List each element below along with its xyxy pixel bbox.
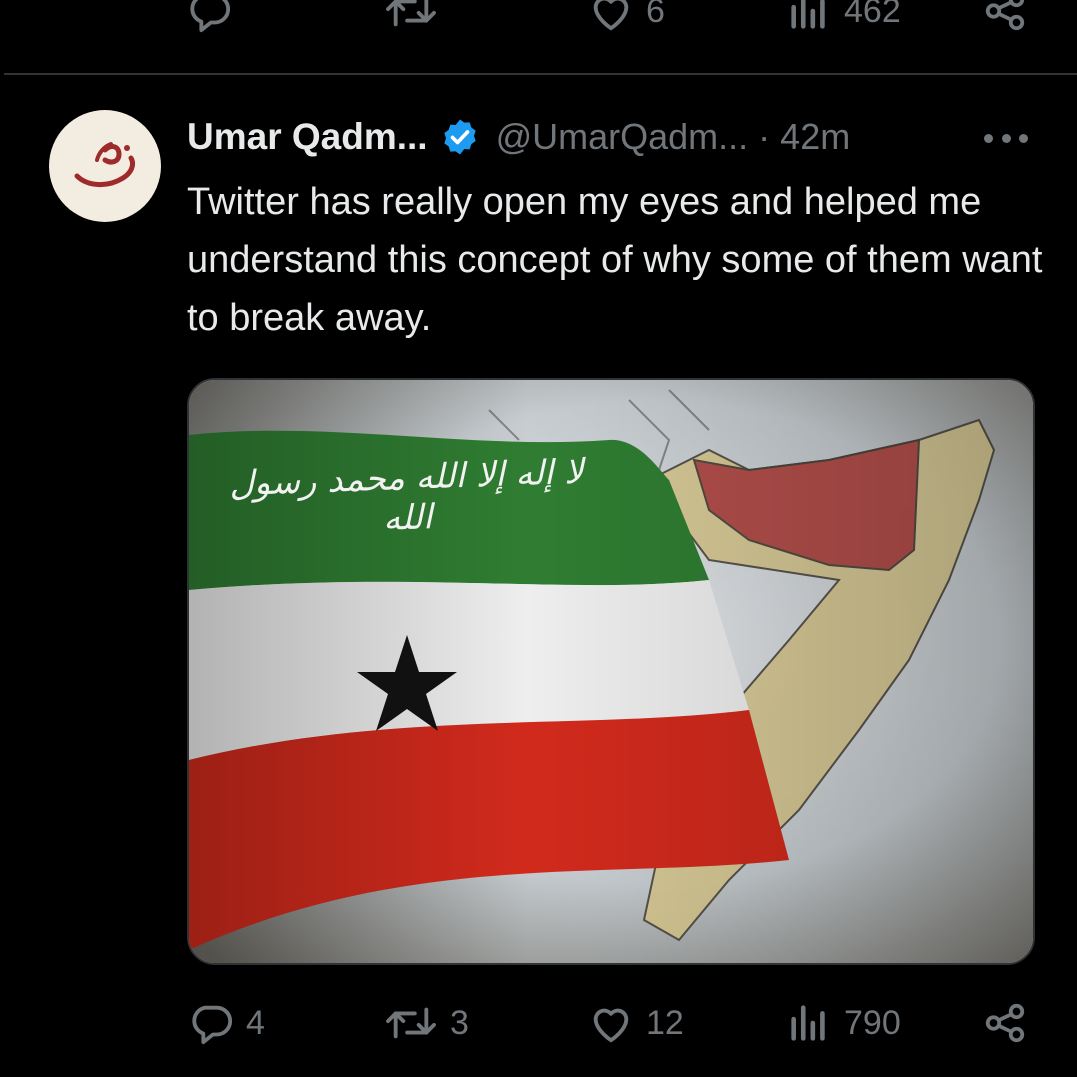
views-button[interactable]: 790 — [786, 1000, 901, 1046]
share-button[interactable] — [982, 1000, 1028, 1046]
retweet-count: 3 — [450, 1004, 469, 1042]
reply-icon — [192, 1005, 233, 1045]
more-options-button[interactable] — [984, 128, 1028, 148]
like-count: 12 — [646, 1004, 684, 1042]
display-name[interactable]: Umar Qadm... — [187, 116, 428, 158]
prev-share-button[interactable] — [982, 0, 1028, 34]
tweet-text: Twitter has really open my eyes and help… — [187, 181, 1043, 339]
prev-tweet-action-bar: 6 462 — [0, 0, 1077, 48]
share-icon — [985, 0, 1025, 31]
prev-views-count: 462 — [844, 0, 901, 30]
prev-like-count: 6 — [646, 0, 665, 30]
avatar[interactable] — [49, 110, 161, 222]
tweet-media-image[interactable]: لا إله إلا الله محمد رسول الله — [187, 378, 1035, 965]
more-icon-dot — [1019, 133, 1028, 143]
retweet-icon — [386, 0, 436, 27]
user-handle[interactable]: @UmarQadm... — [496, 116, 749, 158]
retweet-icon — [386, 1007, 436, 1039]
calligraphy-logo-icon — [74, 142, 136, 187]
flag-inscription: لا إله إلا الله محمد رسول الله — [228, 451, 585, 539]
more-icon-dot — [1001, 133, 1011, 143]
views-icon — [791, 0, 825, 29]
like-icon — [593, 1008, 629, 1043]
views-count: 790 — [844, 1004, 901, 1042]
tweet-header: Umar Qadm... @UmarQadm... · 42m — [187, 112, 850, 162]
reply-icon — [190, 0, 231, 33]
tweet-divider — [4, 73, 1077, 75]
prev-views-button[interactable]: 462 — [786, 0, 901, 34]
verified-badge-icon — [443, 119, 476, 155]
retweet-button[interactable]: 3 — [384, 1000, 469, 1046]
views-icon — [791, 1005, 825, 1041]
timestamp[interactable]: 42m — [780, 116, 850, 158]
prev-retweet-button[interactable] — [384, 0, 438, 34]
verified-badge — [440, 117, 480, 157]
more-icon-dot — [984, 133, 993, 143]
prev-reply-button[interactable] — [186, 0, 232, 34]
reply-button[interactable]: 4 — [188, 1000, 265, 1046]
prev-like-button[interactable]: 6 — [588, 0, 665, 34]
separator-dot: · — [758, 116, 771, 157]
share-icon — [985, 1003, 1025, 1043]
like-icon — [593, 0, 629, 31]
tweet-action-bar: 4 3 12 790 — [0, 994, 1077, 1054]
reply-count: 4 — [246, 1004, 265, 1042]
like-button[interactable]: 12 — [588, 1000, 684, 1046]
